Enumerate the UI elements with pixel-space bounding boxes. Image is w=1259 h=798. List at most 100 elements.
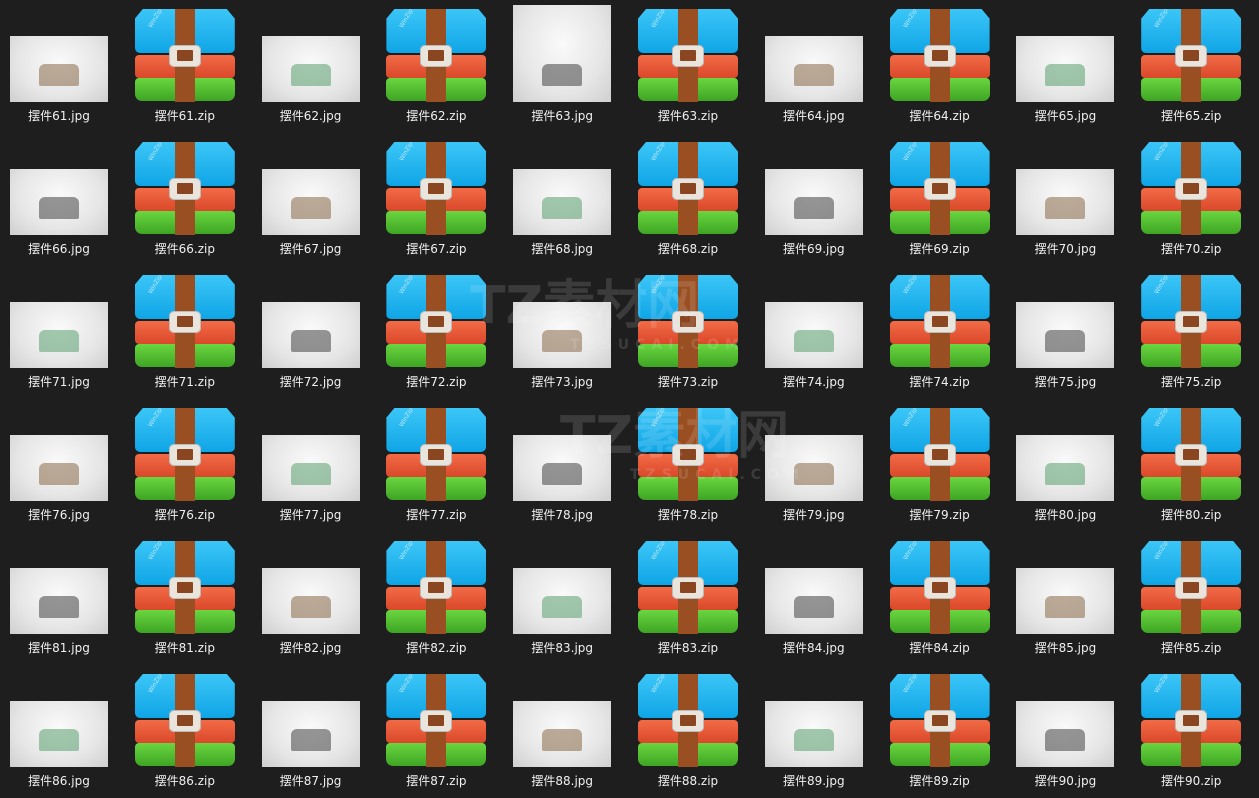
file-item[interactable]: 摆件80.jpg <box>1004 399 1126 527</box>
file-item[interactable]: 摆件68.jpg <box>501 133 623 261</box>
image-thumbnail <box>1016 435 1115 501</box>
file-name: 摆件74.zip <box>909 375 970 389</box>
file-icon-area <box>501 403 623 501</box>
file-name: 摆件76.zip <box>154 508 215 522</box>
zip-archive-icon: WinZip <box>889 673 990 767</box>
zip-archive-icon: WinZip <box>889 8 990 102</box>
file-item[interactable]: WinZip 摆件80.zip <box>1130 399 1252 527</box>
zip-archive-icon: WinZip <box>386 8 487 102</box>
file-item[interactable]: 摆件88.jpg <box>501 665 623 793</box>
file-item[interactable]: WinZip 摆件71.zip <box>124 266 246 394</box>
file-item[interactable]: WinZip 摆件89.zip <box>879 665 1001 793</box>
image-thumbnail <box>261 36 360 102</box>
file-item[interactable]: 摆件71.jpg <box>0 266 120 394</box>
file-name: 摆件74.jpg <box>782 375 845 389</box>
file-item[interactable]: WinZip 摆件74.zip <box>879 266 1001 394</box>
file-icon-area <box>753 403 875 501</box>
file-item[interactable]: 摆件70.jpg <box>1004 133 1126 261</box>
file-item[interactable]: WinZip 摆件62.zip <box>375 0 497 128</box>
file-item[interactable]: 摆件65.jpg <box>1004 0 1126 128</box>
image-thumbnail <box>10 169 108 235</box>
zip-archive-icon: WinZip <box>1141 540 1242 634</box>
file-item[interactable]: WinZip 摆件64.zip <box>879 0 1001 128</box>
file-icon-area <box>753 536 875 634</box>
file-name: 摆件83.zip <box>657 641 719 655</box>
image-thumbnail <box>261 435 360 501</box>
file-item[interactable]: 摆件64.jpg <box>753 0 875 128</box>
file-icon-area: WinZip <box>1130 536 1252 634</box>
file-icon-area: WinZip <box>375 536 497 634</box>
file-item[interactable]: 摆件63.jpg <box>501 0 623 128</box>
file-name: 摆件61.zip <box>154 109 215 123</box>
file-name: 摆件65.jpg <box>1034 109 1097 123</box>
file-icon-area: WinZip <box>124 137 246 235</box>
zip-archive-icon: WinZip <box>386 540 487 634</box>
file-item[interactable]: WinZip 摆件76.zip <box>124 399 246 527</box>
file-item[interactable]: WinZip 摆件84.zip <box>879 532 1001 660</box>
file-item[interactable]: WinZip 摆件66.zip <box>124 133 246 261</box>
file-item[interactable]: WinZip 摆件63.zip <box>627 0 749 128</box>
file-item[interactable]: 摆件86.jpg <box>0 665 120 793</box>
file-item[interactable]: WinZip 摆件90.zip <box>1130 665 1252 793</box>
file-name: 摆件79.jpg <box>782 508 845 522</box>
file-item[interactable]: 摆件66.jpg <box>0 133 120 261</box>
file-item[interactable]: WinZip 摆件81.zip <box>124 532 246 660</box>
zip-archive-icon: WinZip <box>386 274 487 368</box>
file-icon-area: WinZip <box>1130 403 1252 501</box>
file-item[interactable]: WinZip 摆件73.zip <box>627 266 749 394</box>
file-item[interactable]: 摆件77.jpg <box>250 399 372 527</box>
file-item[interactable]: 摆件75.jpg <box>1004 266 1126 394</box>
file-icon-area: WinZip <box>879 137 1001 235</box>
file-item[interactable]: 摆件84.jpg <box>753 532 875 660</box>
zip-archive-icon: WinZip <box>134 274 235 368</box>
file-item[interactable]: 摆件79.jpg <box>753 399 875 527</box>
image-thumbnail <box>764 169 863 235</box>
image-thumbnail <box>513 302 612 368</box>
file-item[interactable]: 摆件85.jpg <box>1004 532 1126 660</box>
file-item[interactable]: 摆件61.jpg <box>0 0 120 128</box>
file-item[interactable]: 摆件76.jpg <box>0 399 120 527</box>
file-item[interactable]: 摆件74.jpg <box>753 266 875 394</box>
file-item[interactable]: 摆件62.jpg <box>250 0 372 128</box>
file-item[interactable]: 摆件67.jpg <box>250 133 372 261</box>
image-thumbnail <box>10 435 108 501</box>
file-item[interactable]: WinZip 摆件85.zip <box>1130 532 1252 660</box>
file-item[interactable]: WinZip 摆件67.zip <box>375 133 497 261</box>
file-item[interactable]: WinZip 摆件83.zip <box>627 532 749 660</box>
file-item[interactable]: 摆件83.jpg <box>501 532 623 660</box>
image-thumbnail <box>1016 302 1115 368</box>
file-item[interactable]: WinZip 摆件61.zip <box>124 0 246 128</box>
zip-archive-icon: WinZip <box>386 673 487 767</box>
file-item[interactable]: 摆件89.jpg <box>753 665 875 793</box>
file-item[interactable]: 摆件82.jpg <box>250 532 372 660</box>
file-item[interactable]: 摆件87.jpg <box>250 665 372 793</box>
file-icon-area: WinZip <box>627 536 749 634</box>
image-thumbnail <box>261 169 360 235</box>
file-item[interactable]: WinZip 摆件87.zip <box>375 665 497 793</box>
file-icon-area <box>1004 403 1126 501</box>
image-thumbnail <box>10 302 108 368</box>
file-item[interactable]: WinZip 摆件86.zip <box>124 665 246 793</box>
file-icon-area <box>501 536 623 634</box>
file-name: 摆件77.jpg <box>279 508 342 522</box>
file-item[interactable]: WinZip 摆件69.zip <box>879 133 1001 261</box>
file-item[interactable]: 摆件90.jpg <box>1004 665 1126 793</box>
file-name: 摆件84.zip <box>909 641 970 655</box>
image-thumbnail <box>1016 36 1115 102</box>
file-item[interactable]: WinZip 摆件88.zip <box>627 665 749 793</box>
file-item[interactable]: WinZip 摆件68.zip <box>627 133 749 261</box>
file-item[interactable]: WinZip 摆件72.zip <box>375 266 497 394</box>
file-item[interactable]: WinZip 摆件75.zip <box>1130 266 1252 394</box>
file-item[interactable]: WinZip 摆件65.zip <box>1130 0 1252 128</box>
file-item[interactable]: WinZip 摆件78.zip <box>627 399 749 527</box>
file-item[interactable]: 摆件72.jpg <box>250 266 372 394</box>
file-item[interactable]: 摆件78.jpg <box>501 399 623 527</box>
file-item[interactable]: 摆件69.jpg <box>753 133 875 261</box>
file-item[interactable]: 摆件81.jpg <box>0 532 120 660</box>
file-item[interactable]: 摆件73.jpg <box>501 266 623 394</box>
file-item[interactable]: WinZip 摆件77.zip <box>375 399 497 527</box>
file-item[interactable]: WinZip 摆件82.zip <box>375 532 497 660</box>
file-name: 摆件66.jpg <box>28 242 90 256</box>
file-item[interactable]: WinZip 摆件70.zip <box>1130 133 1252 261</box>
file-item[interactable]: WinZip 摆件79.zip <box>879 399 1001 527</box>
